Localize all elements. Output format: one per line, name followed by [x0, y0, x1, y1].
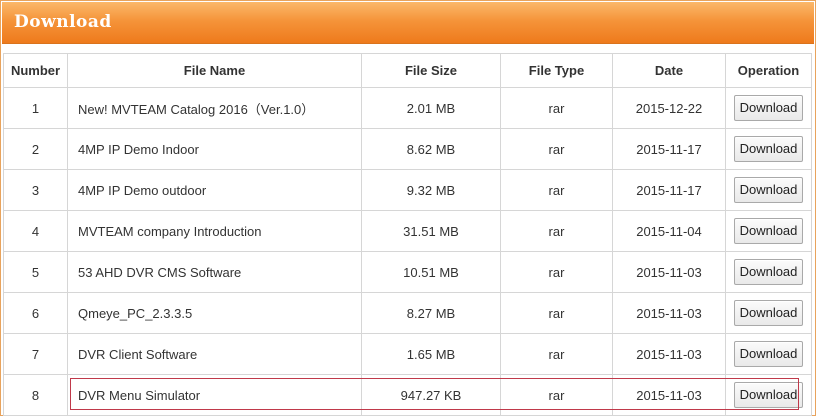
- table-row: 3 4MP IP Demo outdoor 9.32 MB rar 2015-1…: [3, 169, 812, 211]
- table-row: 7 DVR Client Software 1.65 MB rar 2015-1…: [3, 333, 812, 375]
- operation-cell: Download: [725, 87, 812, 129]
- table-row: 5 53 AHD DVR CMS Software 10.51 MB rar 2…: [3, 251, 812, 293]
- row-number: 8: [3, 374, 68, 416]
- download-button[interactable]: Download: [733, 300, 804, 326]
- file-name: DVR Menu Simulator: [67, 374, 362, 416]
- file-name: 4MP IP Demo outdoor: [67, 169, 362, 211]
- file-size: 2.01 MB: [361, 87, 501, 129]
- file-size: 9.32 MB: [361, 169, 501, 211]
- table-header-row: Number File Name File Size File Type Dat…: [3, 53, 812, 88]
- download-button[interactable]: Download: [733, 341, 804, 367]
- column-header-file-type: File Type: [500, 53, 613, 88]
- operation-cell: Download: [725, 210, 812, 252]
- file-date: 2015-11-03: [612, 251, 726, 293]
- file-type: rar: [500, 333, 613, 375]
- file-type: rar: [500, 169, 613, 211]
- download-button[interactable]: Download: [733, 136, 804, 162]
- file-name: 4MP IP Demo Indoor: [67, 128, 362, 170]
- file-type: rar: [500, 292, 613, 334]
- download-button[interactable]: Download: [733, 95, 804, 121]
- operation-cell: Download: [725, 292, 812, 334]
- row-number: 4: [3, 210, 68, 252]
- file-size: 1.65 MB: [361, 333, 501, 375]
- file-name: Qmeye_PC_2.3.3.5: [67, 292, 362, 334]
- file-date: 2015-11-03: [612, 292, 726, 334]
- file-date: 2015-11-04: [612, 210, 726, 252]
- row-number: 7: [3, 333, 68, 375]
- column-header-file-name: File Name: [67, 53, 362, 88]
- file-size: 31.51 MB: [361, 210, 501, 252]
- table-row: 2 4MP IP Demo Indoor 8.62 MB rar 2015-11…: [3, 128, 812, 170]
- file-type: rar: [500, 374, 613, 416]
- download-button[interactable]: Download: [733, 259, 804, 285]
- file-type: rar: [500, 87, 613, 129]
- row-number: 3: [3, 169, 68, 211]
- file-name: 53 AHD DVR CMS Software: [67, 251, 362, 293]
- column-header-operation: Operation: [725, 53, 812, 88]
- downloads-table: Number File Name File Size File Type Dat…: [3, 53, 812, 416]
- file-type: rar: [500, 251, 613, 293]
- panel-header: Download: [2, 2, 814, 44]
- row-number: 5: [3, 251, 68, 293]
- file-size: 8.27 MB: [361, 292, 501, 334]
- row-number: 1: [3, 87, 68, 129]
- download-button[interactable]: Download: [733, 177, 804, 203]
- file-date: 2015-11-03: [612, 333, 726, 375]
- table-row: 6 Qmeye_PC_2.3.3.5 8.27 MB rar 2015-11-0…: [3, 292, 812, 334]
- operation-cell: Download: [725, 169, 812, 211]
- operation-cell: Download: [725, 128, 812, 170]
- row-number: 6: [3, 292, 68, 334]
- file-date: 2015-11-17: [612, 169, 726, 211]
- download-button[interactable]: Download: [733, 218, 804, 244]
- operation-cell: Download: [725, 374, 812, 416]
- file-date: 2015-12-22: [612, 87, 726, 129]
- file-date: 2015-11-03: [612, 374, 726, 416]
- panel-title: Download: [14, 12, 112, 32]
- file-name: New! MVTEAM Catalog 2016（Ver.1.0）: [67, 87, 362, 129]
- operation-cell: Download: [725, 251, 812, 293]
- download-button[interactable]: Download: [733, 382, 804, 408]
- column-header-date: Date: [612, 53, 726, 88]
- column-header-number: Number: [3, 53, 68, 88]
- file-date: 2015-11-17: [612, 128, 726, 170]
- column-header-file-size: File Size: [361, 53, 501, 88]
- file-type: rar: [500, 128, 613, 170]
- file-name: DVR Client Software: [67, 333, 362, 375]
- row-number: 2: [3, 128, 68, 170]
- table-row: 4 MVTEAM company Introduction 31.51 MB r…: [3, 210, 812, 252]
- table-row-highlighted: 8 DVR Menu Simulator 947.27 KB rar 2015-…: [3, 374, 812, 416]
- operation-cell: Download: [725, 333, 812, 375]
- table-row: 1 New! MVTEAM Catalog 2016（Ver.1.0） 2.01…: [3, 87, 812, 129]
- file-size: 947.27 KB: [361, 374, 501, 416]
- file-size: 8.62 MB: [361, 128, 501, 170]
- file-size: 10.51 MB: [361, 251, 501, 293]
- file-type: rar: [500, 210, 613, 252]
- file-name: MVTEAM company Introduction: [67, 210, 362, 252]
